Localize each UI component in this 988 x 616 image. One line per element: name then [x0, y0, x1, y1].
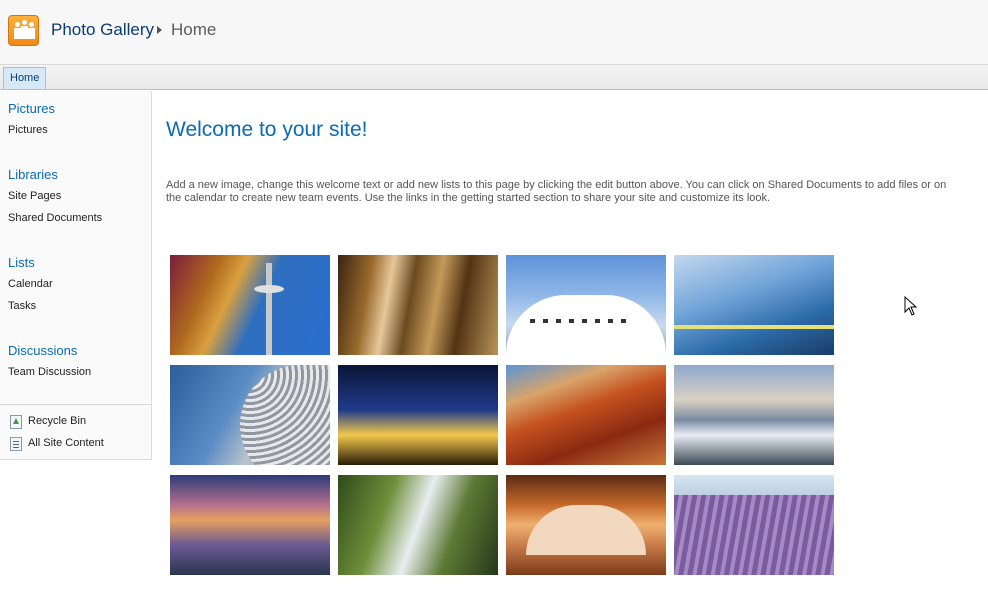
nav-item-site-pages[interactable]: Site Pages — [8, 190, 61, 202]
nav-divider — [0, 404, 151, 405]
nav-heading-pictures[interactable]: Pictures — [8, 101, 55, 116]
photo-gallery-logo-icon[interactable] — [8, 15, 39, 46]
nav-heading-discussions[interactable]: Discussions — [8, 343, 77, 358]
mouse-cursor-icon — [904, 296, 918, 316]
gallery-photo[interactable] — [170, 365, 330, 465]
gallery-photo[interactable] — [674, 255, 834, 355]
gallery-photo[interactable] — [674, 475, 834, 575]
nav-item-shared-documents[interactable]: Shared Documents — [8, 212, 102, 224]
quick-launch: Pictures Pictures Libraries Site Pages S… — [0, 91, 152, 460]
recycle-bin-icon — [10, 415, 22, 429]
nav-item-team-discussion[interactable]: Team Discussion — [8, 366, 91, 378]
gallery-photo[interactable] — [338, 365, 498, 465]
top-navigation-bar: Home — [0, 64, 988, 90]
gallery-photo[interactable] — [506, 365, 666, 465]
breadcrumb-current: Home — [171, 20, 217, 39]
gallery-photo[interactable] — [338, 255, 498, 355]
gallery-photo[interactable] — [506, 475, 666, 575]
nav-heading-libraries[interactable]: Libraries — [8, 167, 58, 182]
nav-item-calendar[interactable]: Calendar — [8, 278, 53, 290]
tab-home[interactable]: Home — [3, 67, 47, 90]
all-site-content-icon — [10, 437, 22, 451]
gallery-photo[interactable] — [506, 255, 666, 355]
breadcrumb-arrow-icon — [157, 26, 162, 34]
nav-heading-lists[interactable]: Lists — [8, 255, 35, 270]
gallery-photo[interactable] — [338, 475, 498, 575]
all-site-content-link[interactable]: All Site Content — [28, 437, 104, 449]
welcome-description: Add a new image, change this welcome tex… — [166, 179, 947, 204]
recycle-bin-link[interactable]: Recycle Bin — [28, 415, 86, 427]
gallery-photo[interactable] — [170, 255, 330, 355]
image-gallery — [170, 255, 834, 575]
nav-item-pictures[interactable]: Pictures — [8, 124, 48, 136]
gallery-photo[interactable] — [170, 475, 330, 575]
site-title-link[interactable]: Photo Gallery — [51, 20, 154, 40]
page-title: Welcome to your site! — [166, 118, 368, 141]
gallery-photo[interactable] — [674, 365, 834, 465]
site-header: Photo Gallery Home — [0, 0, 988, 64]
nav-item-tasks[interactable]: Tasks — [8, 300, 36, 312]
